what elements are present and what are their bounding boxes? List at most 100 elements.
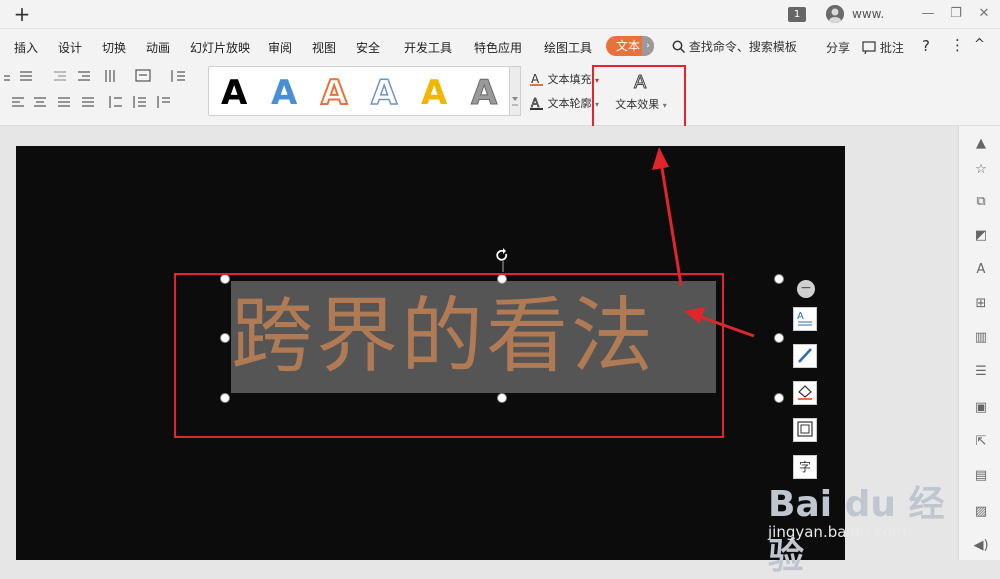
gallery-scroll[interactable]	[509, 66, 521, 116]
share-button[interactable]: 分享	[826, 39, 850, 56]
svg-text:A: A	[797, 311, 804, 322]
grid-icon[interactable]: ⊞	[973, 296, 989, 312]
text-fill-button[interactable]: A 文本填充 ▾	[530, 71, 599, 87]
menu-slideshow[interactable]: 幻灯片放映	[190, 39, 250, 56]
comment-icon	[862, 41, 876, 55]
text-outline-label: 文本轮廓	[547, 97, 592, 110]
settings-sliders-icon[interactable]: ☰	[973, 364, 989, 380]
menu-insert[interactable]: 插入	[14, 39, 38, 56]
avatar[interactable]	[826, 5, 844, 23]
speaker-icon[interactable]: ◀)	[973, 538, 989, 554]
justify-icon[interactable]	[58, 97, 70, 107]
text-outline-button[interactable]: A 文本轮廓 ▾	[530, 95, 599, 111]
border-icon	[797, 421, 813, 437]
picture-icon[interactable]: ▣	[973, 400, 989, 416]
border-tool-button[interactable]	[793, 418, 817, 442]
text-fill-icon: A	[530, 72, 543, 86]
bullet-list-icon[interactable]	[4, 75, 10, 81]
resize-handle-top-right[interactable]	[774, 274, 784, 284]
text-effect-side-icon[interactable]: A	[973, 262, 989, 278]
copy-icon[interactable]: ⧉	[973, 194, 989, 210]
style-gray-icon[interactable]: A	[471, 73, 499, 112]
paragraph-tools	[4, 69, 185, 108]
chevron-right-icon[interactable]: ›	[642, 36, 654, 56]
rotate-handle-icon[interactable]	[495, 248, 511, 274]
collapse-tools-button[interactable]: −	[797, 280, 815, 298]
comment-label: 批注	[879, 41, 904, 55]
shapes-icon[interactable]: ◩	[973, 228, 989, 244]
share-icon[interactable]: ⇱	[973, 434, 989, 450]
brush-icon	[798, 348, 812, 363]
close-button[interactable]: ✕	[974, 4, 994, 24]
text-style-presets: A A A A A A	[221, 72, 499, 112]
tab-count-badge[interactable]: 1	[788, 7, 806, 22]
highlight-box-text	[174, 273, 724, 438]
menu-review[interactable]: 审阅	[268, 39, 292, 56]
style-black-icon[interactable]: A	[221, 73, 248, 111]
decrease-indent-icon[interactable]	[54, 71, 66, 81]
svg-text:A: A	[531, 96, 540, 110]
highlight-box-text-effect	[592, 65, 686, 129]
right-sidebar: ▲ ☆ ⧉ ◩ A ⊞ ▥ ☰ ▣ ⇱ ▤ ▨ ◀)	[958, 126, 1000, 560]
text-outline-icon: A	[530, 96, 543, 110]
more-button[interactable]: ⋮	[950, 36, 965, 54]
image-icon[interactable]: ▨	[973, 504, 989, 520]
menu-features[interactable]: 特色应用	[474, 39, 522, 56]
star-icon[interactable]: ☆	[973, 162, 989, 178]
style-blue-icon[interactable]: A	[271, 73, 298, 111]
search-icon	[672, 40, 686, 54]
title-bar: + 1 www. — ❐ ✕	[0, 0, 1000, 29]
menu-transition[interactable]: 切换	[102, 39, 126, 56]
text-direction-icon[interactable]	[105, 70, 115, 82]
tab-text[interactable]: 文本 ›	[606, 36, 654, 56]
menu-design[interactable]: 设计	[58, 39, 82, 56]
menu-animation[interactable]: 动画	[146, 39, 170, 56]
collapse-ribbon-button[interactable]: ^	[974, 37, 985, 52]
help-button[interactable]: ?	[922, 37, 930, 55]
text-style-gallery[interactable]: A A A A A A	[208, 66, 510, 116]
style-orange-outline-icon[interactable]: A	[320, 72, 349, 111]
baidu-watermark: Bai du 经验 jingyan.baidu.com	[768, 455, 948, 577]
menu-view[interactable]: 视图	[312, 39, 336, 56]
chart-icon[interactable]: ▥	[973, 330, 989, 346]
user-name[interactable]: www.	[852, 7, 884, 21]
menu-developer[interactable]: 开发工具	[404, 39, 452, 56]
ribbon: A A A A A A A 文本填充 ▾ A 文本轮廓 ▾ A 文本效果 ▾	[0, 63, 1000, 126]
fill-bucket-icon	[798, 385, 812, 400]
baidu-url: jingyan.baidu.com	[768, 523, 907, 541]
text-fill-label: 文本填充	[547, 73, 592, 86]
text-style-icon: A	[797, 311, 812, 326]
brush-tool-button[interactable]	[793, 344, 817, 368]
command-search[interactable]: 查找命令、搜索模板	[672, 38, 797, 55]
command-search-label: 查找命令、搜索模板	[688, 40, 797, 54]
avatar-icon	[826, 5, 844, 23]
menu-bar: 插入 设计 切换 动画 幻灯片放映 审阅 视图 安全 开发工具 特色应用 绘图工…	[0, 29, 1000, 63]
comment-button[interactable]: 批注	[862, 39, 904, 56]
new-tab-button[interactable]: +	[10, 2, 34, 26]
line-spacing-2-icon[interactable]	[133, 96, 146, 108]
restore-button[interactable]: ❐	[946, 4, 966, 24]
chevron-down-icon	[512, 97, 518, 106]
line-spacing-icon[interactable]	[171, 70, 185, 82]
menu-drawing-tools[interactable]: 绘图工具	[544, 39, 592, 56]
column-spacing-icon[interactable]	[157, 96, 170, 108]
text-style-tool-button[interactable]: A	[793, 307, 817, 331]
fill-tool-button[interactable]	[793, 381, 817, 405]
align-text-icon[interactable]	[135, 69, 151, 82]
archive-icon[interactable]: ▤	[973, 468, 989, 484]
resize-handle-right[interactable]	[774, 333, 784, 343]
menu-security[interactable]: 安全	[356, 39, 380, 56]
paragraph-spacing-icon[interactable]	[109, 96, 122, 108]
distribute-icon[interactable]	[82, 97, 94, 107]
svg-text:A: A	[531, 72, 540, 86]
style-yellow-icon[interactable]: A	[421, 73, 448, 111]
resize-handle-bottom-right[interactable]	[774, 393, 784, 403]
increase-indent-icon[interactable]	[78, 71, 90, 81]
align-left-icon[interactable]	[12, 97, 24, 107]
align-center-icon[interactable]	[34, 97, 46, 107]
tab-text-label: 文本	[616, 39, 641, 53]
collapse-sidebar-icon[interactable]: ▲	[973, 136, 989, 152]
minimize-button[interactable]: —	[918, 4, 938, 24]
numbered-list-icon[interactable]	[20, 71, 32, 81]
style-blue-outline-icon[interactable]: A	[370, 72, 399, 111]
